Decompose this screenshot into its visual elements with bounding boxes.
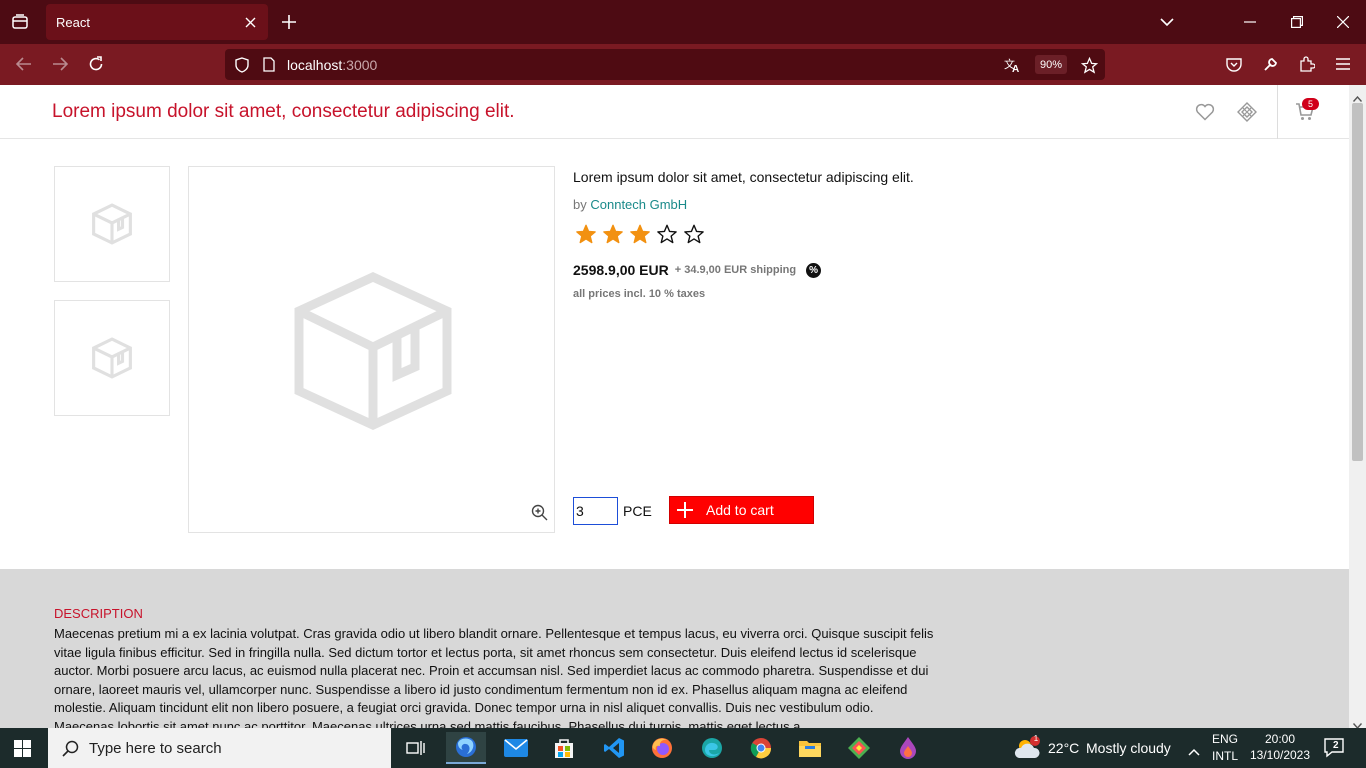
cart-count-badge: 5 <box>1302 98 1319 110</box>
reload-icon[interactable] <box>86 54 106 74</box>
product-title: Lorem ipsum dolor sit amet, consectetur … <box>573 169 914 185</box>
notification-center-icon[interactable]: 2 <box>1324 738 1346 758</box>
price: 2598.9,00 EUR <box>573 262 669 278</box>
minimize-icon[interactable] <box>1241 13 1259 31</box>
keyboard-layout: INTL <box>1212 749 1239 763</box>
vscode-icon[interactable] <box>594 732 634 764</box>
file-explorer-icon[interactable] <box>790 732 830 764</box>
clock-time: 20:00 <box>1264 732 1296 746</box>
price-row: 2598.9,00 EUR + 34.9,00 EUR shipping % <box>573 262 822 278</box>
star-filled-icon <box>629 223 651 245</box>
menu-icon[interactable] <box>1333 54 1353 74</box>
search-icon <box>62 740 79 757</box>
product-thumbnail[interactable] <box>54 300 170 416</box>
pocket-icon[interactable] <box>1224 54 1244 74</box>
edge-icon[interactable] <box>692 732 732 764</box>
address-bar[interactable]: localhost:3000 文A 90% <box>225 49 1105 80</box>
git-client-icon[interactable] <box>839 732 879 764</box>
weather-temp[interactable]: 22°C <box>1048 740 1079 756</box>
paint-drop-icon[interactable] <box>888 732 928 764</box>
url-port: :3000 <box>342 57 378 73</box>
description-section: DESCRIPTION Maecenas pretium mi a ex lac… <box>0 569 1349 728</box>
close-tab-icon[interactable] <box>242 14 258 30</box>
url-text[interactable]: localhost:3000 <box>287 57 377 73</box>
task-view-icon[interactable] <box>396 732 436 764</box>
compare-icon[interactable] <box>1237 102 1257 122</box>
description-heading: DESCRIPTION <box>54 606 143 621</box>
firefox-developer-icon[interactable] <box>446 732 486 764</box>
brand-link[interactable]: Conntech GmbH <box>590 197 687 212</box>
description-text: Maecenas pretium mi a ex lacinia volutpa… <box>54 626 934 728</box>
restore-icon[interactable] <box>1288 13 1306 31</box>
notification-count: 2 <box>1333 740 1339 751</box>
page-scrollbar[interactable] <box>1349 85 1366 730</box>
tab-title: React <box>56 15 90 30</box>
search-placeholder: Type here to search <box>89 739 222 757</box>
manufacturer-line: by Conntech GmbH <box>573 197 687 212</box>
chrome-icon[interactable] <box>741 732 781 764</box>
product-thumbnail[interactable] <box>54 166 170 282</box>
back-icon[interactable] <box>14 54 34 74</box>
rating-stars <box>575 223 705 245</box>
bookmark-star-icon[interactable] <box>1079 55 1099 75</box>
unit-label: PCE <box>623 503 652 519</box>
star-filled-icon <box>575 223 597 245</box>
site-title[interactable]: Lorem ipsum dolor sit amet, consectetur … <box>52 101 515 123</box>
forward-icon[interactable] <box>50 54 70 74</box>
new-tab-icon[interactable] <box>280 13 298 31</box>
clock-date: 13/10/2023 <box>1249 748 1311 762</box>
plus-icon <box>676 501 696 519</box>
page-icon[interactable] <box>261 56 277 73</box>
window-close-icon[interactable] <box>1334 13 1352 31</box>
scrollbar-thumb[interactable] <box>1352 103 1363 461</box>
list-all-tabs-icon[interactable] <box>1158 13 1176 31</box>
mail-icon[interactable] <box>496 732 536 764</box>
star-empty-icon <box>656 223 678 245</box>
by-prefix: by <box>573 197 587 212</box>
discount-percent-icon[interactable]: % <box>806 262 822 278</box>
page-content: Lorem ipsum dolor sit amet, consectetur … <box>0 85 1349 728</box>
header-divider <box>1277 85 1278 139</box>
site-header: Lorem ipsum dolor sit amet, consectetur … <box>0 85 1349 139</box>
star-filled-icon <box>602 223 624 245</box>
box-placeholder-icon <box>92 203 132 245</box>
star-empty-icon <box>683 223 705 245</box>
translate-icon[interactable]: 文A <box>1003 55 1023 75</box>
show-hidden-icons-icon[interactable] <box>1188 743 1200 761</box>
firefox-icon[interactable] <box>642 732 682 764</box>
tab-list-icon[interactable] <box>10 12 30 32</box>
zoom-level-badge[interactable]: 90% <box>1035 55 1067 74</box>
windows-taskbar: Type here to search 1 22°C Mostly cloudy <box>0 728 1366 768</box>
input-language[interactable]: ENG INTL <box>1212 731 1238 765</box>
browser-tab-bar: React <box>0 0 1366 44</box>
shipping-cost: + 34.9,00 EUR shipping <box>674 264 797 276</box>
microsoft-store-icon[interactable] <box>544 732 584 764</box>
shield-icon[interactable] <box>233 56 250 73</box>
taskbar-clock[interactable]: 20:00 13/10/2023 <box>1248 731 1312 763</box>
box-placeholder-icon <box>294 272 452 430</box>
quantity-input[interactable] <box>573 497 618 525</box>
tab-react[interactable]: React <box>46 4 268 40</box>
language-code: ENG <box>1212 732 1239 746</box>
tax-note: all prices incl. 10 % taxes <box>573 288 706 300</box>
weather-condition[interactable]: Mostly cloudy <box>1086 740 1171 756</box>
weather-alert-count: 1 <box>1033 734 1039 743</box>
windows-start-icon[interactable] <box>14 740 32 758</box>
box-placeholder-icon <box>92 337 132 379</box>
url-host: localhost <box>287 57 343 73</box>
extensions-icon[interactable] <box>1297 54 1317 74</box>
zoom-in-icon[interactable] <box>531 504 549 522</box>
add-to-cart-button[interactable]: Add to cart <box>669 496 814 524</box>
taskbar-search[interactable]: Type here to search <box>48 728 391 768</box>
svg-text:A: A <box>1012 64 1019 73</box>
wishlist-heart-icon[interactable] <box>1195 103 1215 121</box>
main-product-image[interactable] <box>188 166 555 533</box>
add-to-cart-label: Add to cart <box>706 502 774 518</box>
wrench-icon[interactable] <box>1261 54 1281 74</box>
